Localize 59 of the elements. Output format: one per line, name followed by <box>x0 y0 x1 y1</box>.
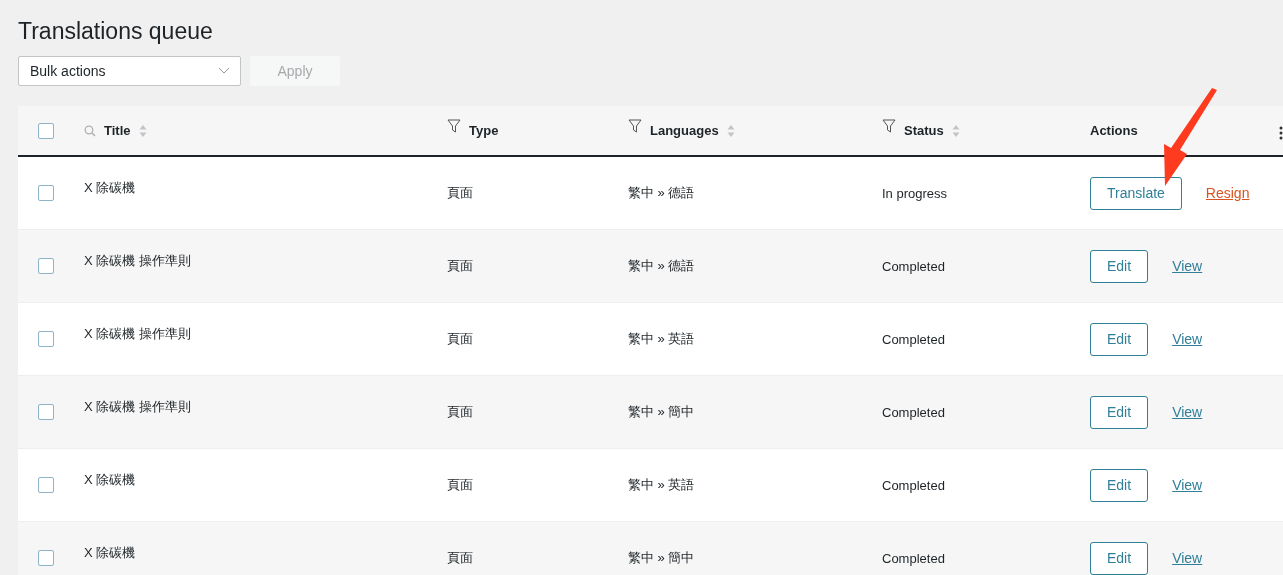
title-cell: X 除碳機 操作準則 <box>84 325 191 343</box>
title-cell: X 除碳機 操作準則 <box>84 252 191 270</box>
action-link[interactable]: View <box>1172 331 1203 347</box>
sort-icon[interactable] <box>951 123 960 138</box>
action-button[interactable]: Edit <box>1090 541 1149 575</box>
languages-cell: 繁中 » 德語 <box>628 257 695 275</box>
checkbox[interactable] <box>38 477 54 493</box>
action-button[interactable]: Edit <box>1090 249 1149 283</box>
checkbox[interactable] <box>38 331 54 347</box>
column-header[interactable]: Status <box>904 123 944 138</box>
action-link[interactable]: View <box>1172 258 1203 274</box>
status-cell: Completed <box>882 331 945 347</box>
action-button[interactable]: Edit <box>1090 322 1149 356</box>
column-header[interactable]: Title <box>104 123 131 138</box>
languages-cell: 繁中 » 德語 <box>628 184 695 202</box>
filter-icon[interactable] <box>447 119 461 133</box>
page-title: Translations queue <box>18 17 214 46</box>
sort-icon[interactable] <box>726 123 735 138</box>
column-header[interactable]: Actions <box>1090 123 1138 138</box>
languages-cell: 繁中 » 簡中 <box>628 549 695 567</box>
status-cell: Completed <box>882 477 945 493</box>
title-cell: X 除碳機 <box>84 544 136 562</box>
action-link[interactable]: View <box>1172 404 1203 420</box>
checkbox[interactable] <box>38 258 54 274</box>
action-button[interactable]: Translate <box>1090 176 1182 210</box>
filter-icon[interactable] <box>882 119 896 133</box>
type-cell: 頁面 <box>447 330 473 348</box>
chevron-down-icon[interactable] <box>218 67 230 75</box>
status-cell: In progress <box>882 185 948 201</box>
type-cell: 頁面 <box>447 184 473 202</box>
sort-icon[interactable] <box>138 123 147 138</box>
status-cell: Completed <box>882 258 945 274</box>
checkbox[interactable] <box>38 404 54 420</box>
action-button[interactable]: Edit <box>1090 468 1149 502</box>
checkbox[interactable] <box>38 122 54 139</box>
languages-cell: 繁中 » 簡中 <box>628 403 695 421</box>
type-cell: 頁面 <box>447 403 473 421</box>
filter-icon[interactable] <box>628 119 642 133</box>
type-cell: 頁面 <box>447 549 473 567</box>
action-link[interactable]: Resign <box>1205 185 1250 201</box>
type-cell: 頁面 <box>447 257 473 275</box>
languages-cell: 繁中 » 英語 <box>628 476 695 494</box>
column-header[interactable]: Languages <box>650 123 719 138</box>
checkbox[interactable] <box>38 185 54 201</box>
more-options-icon[interactable] <box>1279 126 1283 140</box>
checkbox[interactable] <box>38 550 54 566</box>
title-cell: X 除碳機 <box>84 179 136 197</box>
type-cell: 頁面 <box>447 476 473 494</box>
action-link[interactable]: View <box>1172 477 1203 493</box>
action-link[interactable]: View <box>1172 550 1203 566</box>
status-cell: Completed <box>882 404 945 420</box>
column-header[interactable]: Type <box>469 123 499 138</box>
title-cell: X 除碳機 操作準則 <box>84 398 191 416</box>
search-icon[interactable] <box>84 124 96 137</box>
status-cell: Completed <box>882 550 945 566</box>
action-button[interactable]: Edit <box>1090 395 1149 429</box>
title-cell: X 除碳機 <box>84 471 136 489</box>
bulk-actions-dropdown[interactable]: Bulk actions <box>18 56 241 86</box>
languages-cell: 繁中 » 英語 <box>628 330 695 348</box>
